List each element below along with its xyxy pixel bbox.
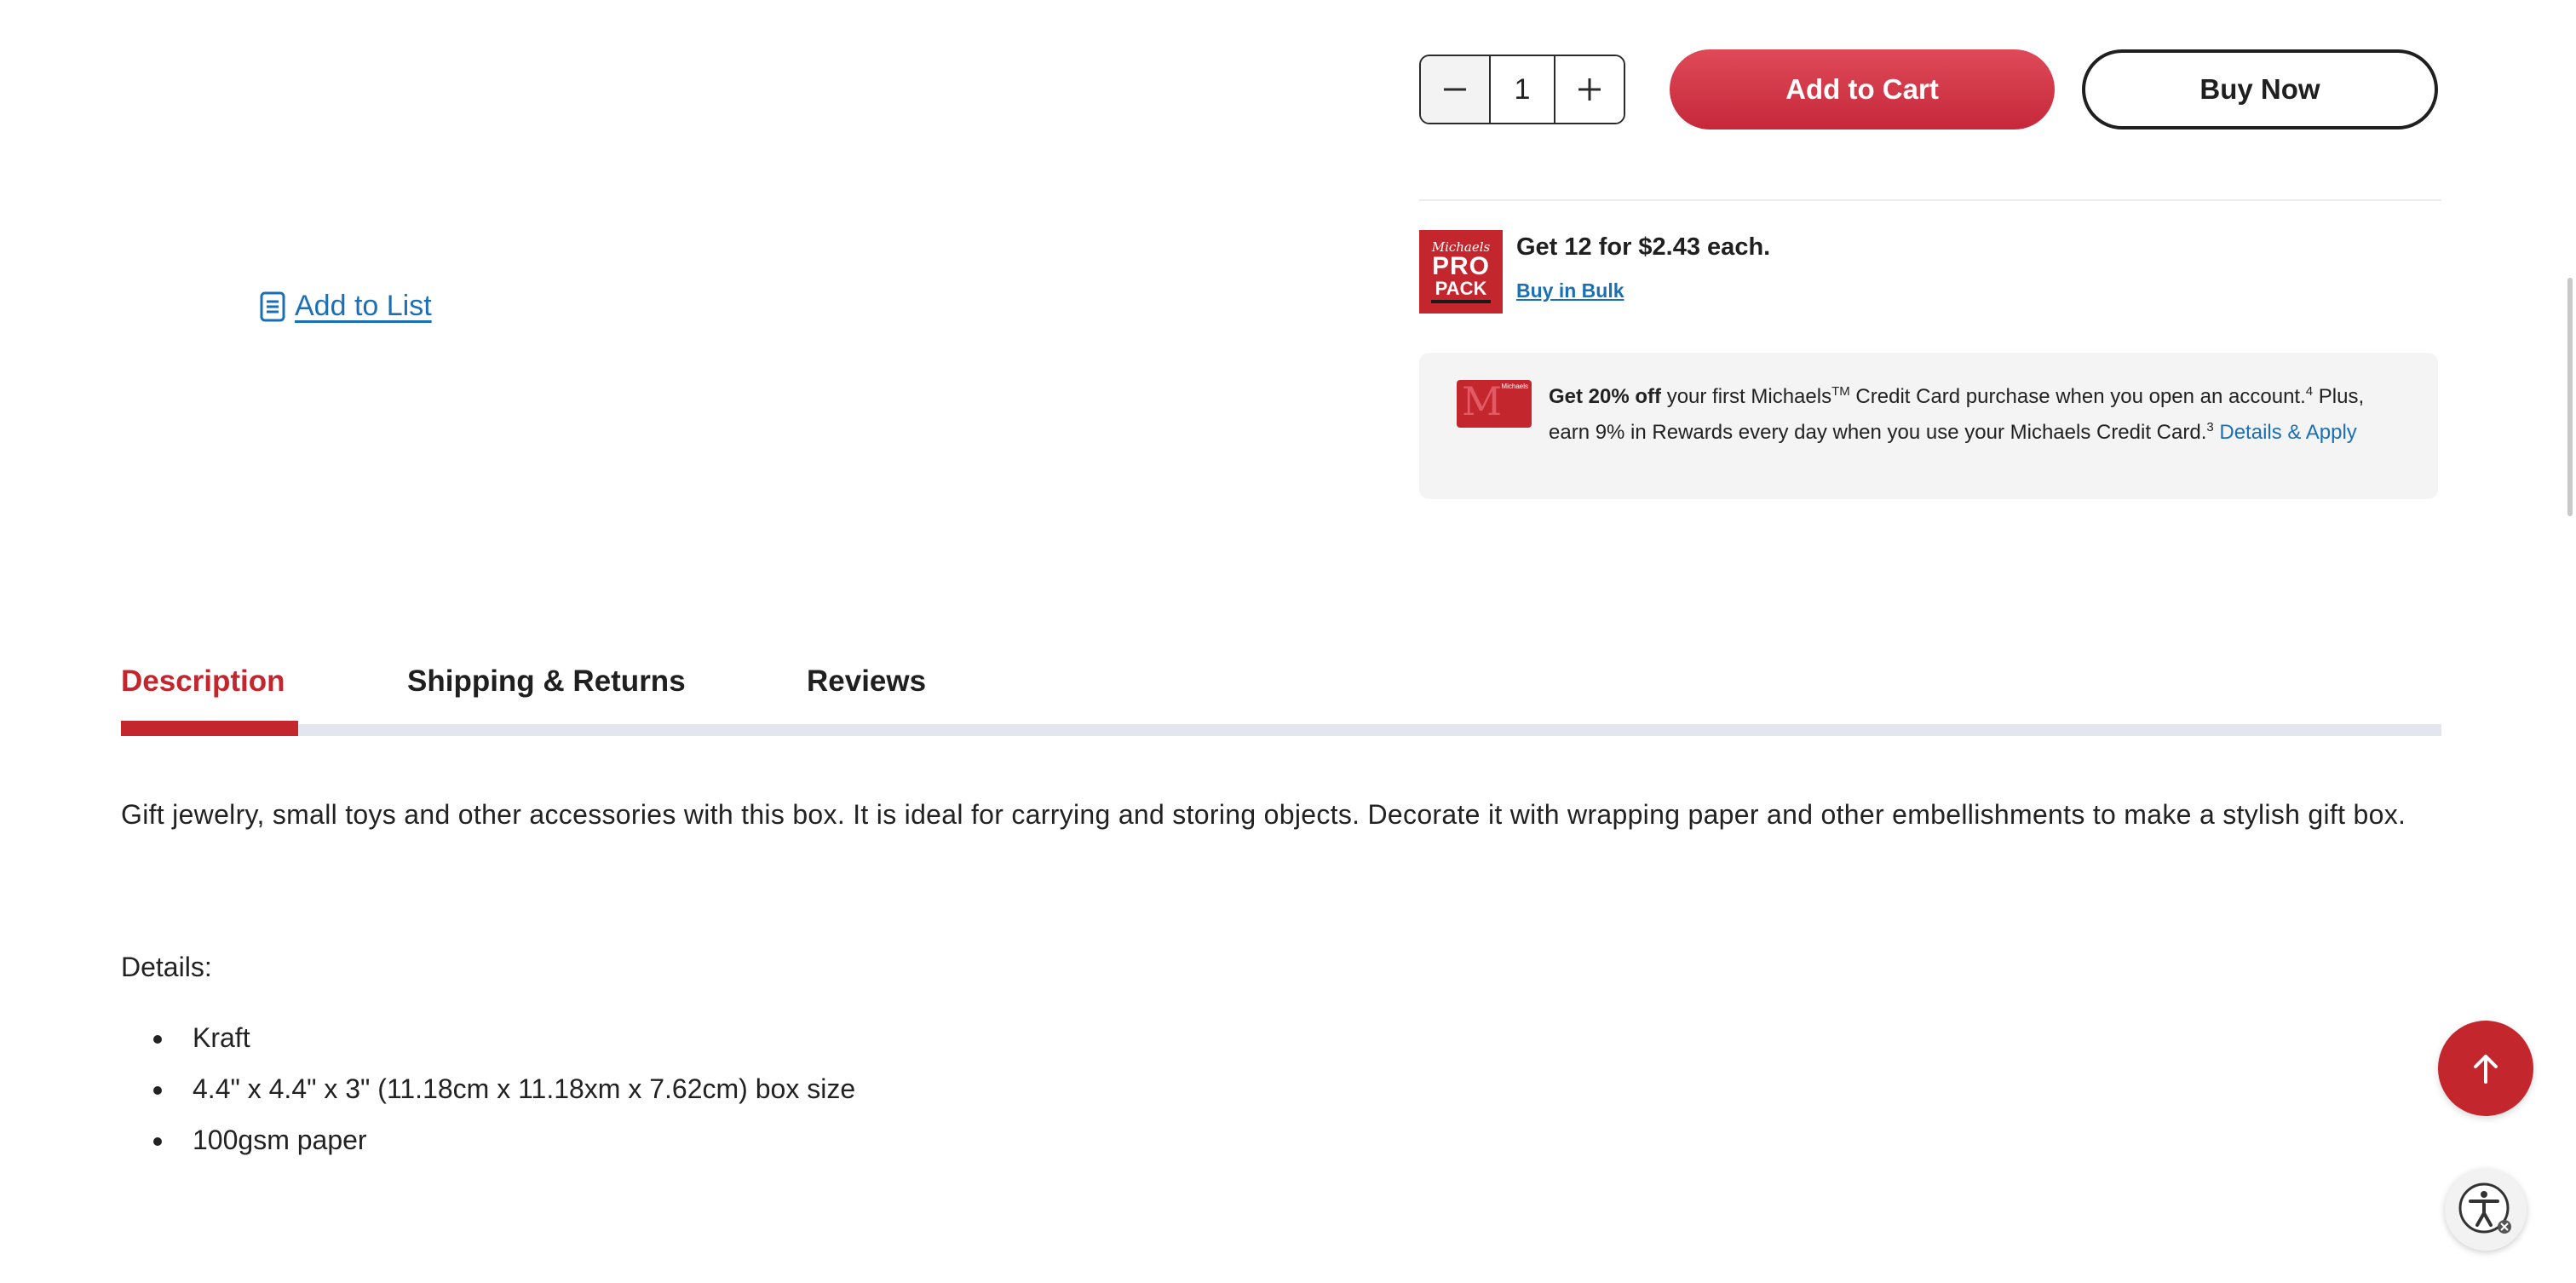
credit-card-logo-icon: M [1462,380,1503,424]
accessibility-button[interactable] [2445,1169,2527,1251]
details-apply-link[interactable]: Details & Apply [2219,421,2356,444]
buy-in-bulk-link[interactable]: Buy in Bulk [1516,279,1624,302]
back-to-top-button[interactable] [2438,1021,2533,1116]
tab-description[interactable]: Description [121,665,285,699]
tab-track [121,724,2441,736]
quantity-increase-button[interactable] [1555,56,1624,123]
credit-card-tag: Michaels [1501,383,1528,390]
product-tabs: Description Shipping & Returns Reviews [121,665,2441,736]
list-icon [259,291,286,322]
buy-now-button[interactable]: Buy Now [2082,49,2438,129]
credit-promo-text: Get 20% off your first MichaelsTM Credit… [1549,377,2409,448]
add-to-list-link[interactable]: Add to List [259,290,432,323]
divider [1419,199,2441,201]
quantity-input[interactable]: 1 [1489,56,1555,123]
plus-icon [1578,78,1601,101]
accessibility-icon [2458,1182,2511,1234]
pro-pack-logo-pack: PACK [1435,277,1487,299]
tab-reviews[interactable]: Reviews [807,665,926,699]
promo-text-1: your first Michaels [1661,385,1832,408]
description-body: Gift jewelry, small toys and other acces… [121,799,2406,830]
list-item: Kraft [121,1012,855,1063]
bulk-pricing-headline: Get 12 for $2.43 each. [1516,233,1771,261]
pro-pack-logo: Michaels PRO PACK [1419,230,1503,314]
page-scrollbar[interactable] [2567,278,2573,516]
promo-bold-lead: Get 20% off [1549,385,1662,408]
footnote-4: 4 [2305,384,2314,399]
footnote-3: 3 [2206,420,2214,434]
credit-card-image: M Michaels [1457,380,1532,428]
add-to-cart-button[interactable]: Add to Cart [1670,49,2055,129]
promo-text-2: Credit Card purchase when you open an ac… [1849,385,2306,408]
tab-shipping-returns[interactable]: Shipping & Returns [407,665,686,699]
list-item: 100gsm paper [121,1114,855,1165]
pro-pack-logo-pro: PRO [1431,251,1490,280]
pro-pack-logo-bar [1431,299,1491,303]
tab-active-indicator [121,721,298,736]
trademark-mark: TM [1831,384,1850,399]
details-list: Kraft 4.4" x 4.4" x 3" (11.18cm x 11.18x… [121,1012,855,1165]
quantity-decrease-button[interactable] [1421,56,1489,123]
add-to-list-label: Add to List [295,290,432,322]
details-heading: Details: [121,952,212,982]
list-item: 4.4" x 4.4" x 3" (11.18cm x 11.18xm x 7.… [121,1063,855,1114]
arrow-up-icon [2474,1055,2498,1084]
quantity-stepper: 1 [1419,55,1625,124]
credit-card-promo: M Michaels Get 20% off your first Michae… [1419,353,2438,499]
minus-icon [1444,88,1466,91]
